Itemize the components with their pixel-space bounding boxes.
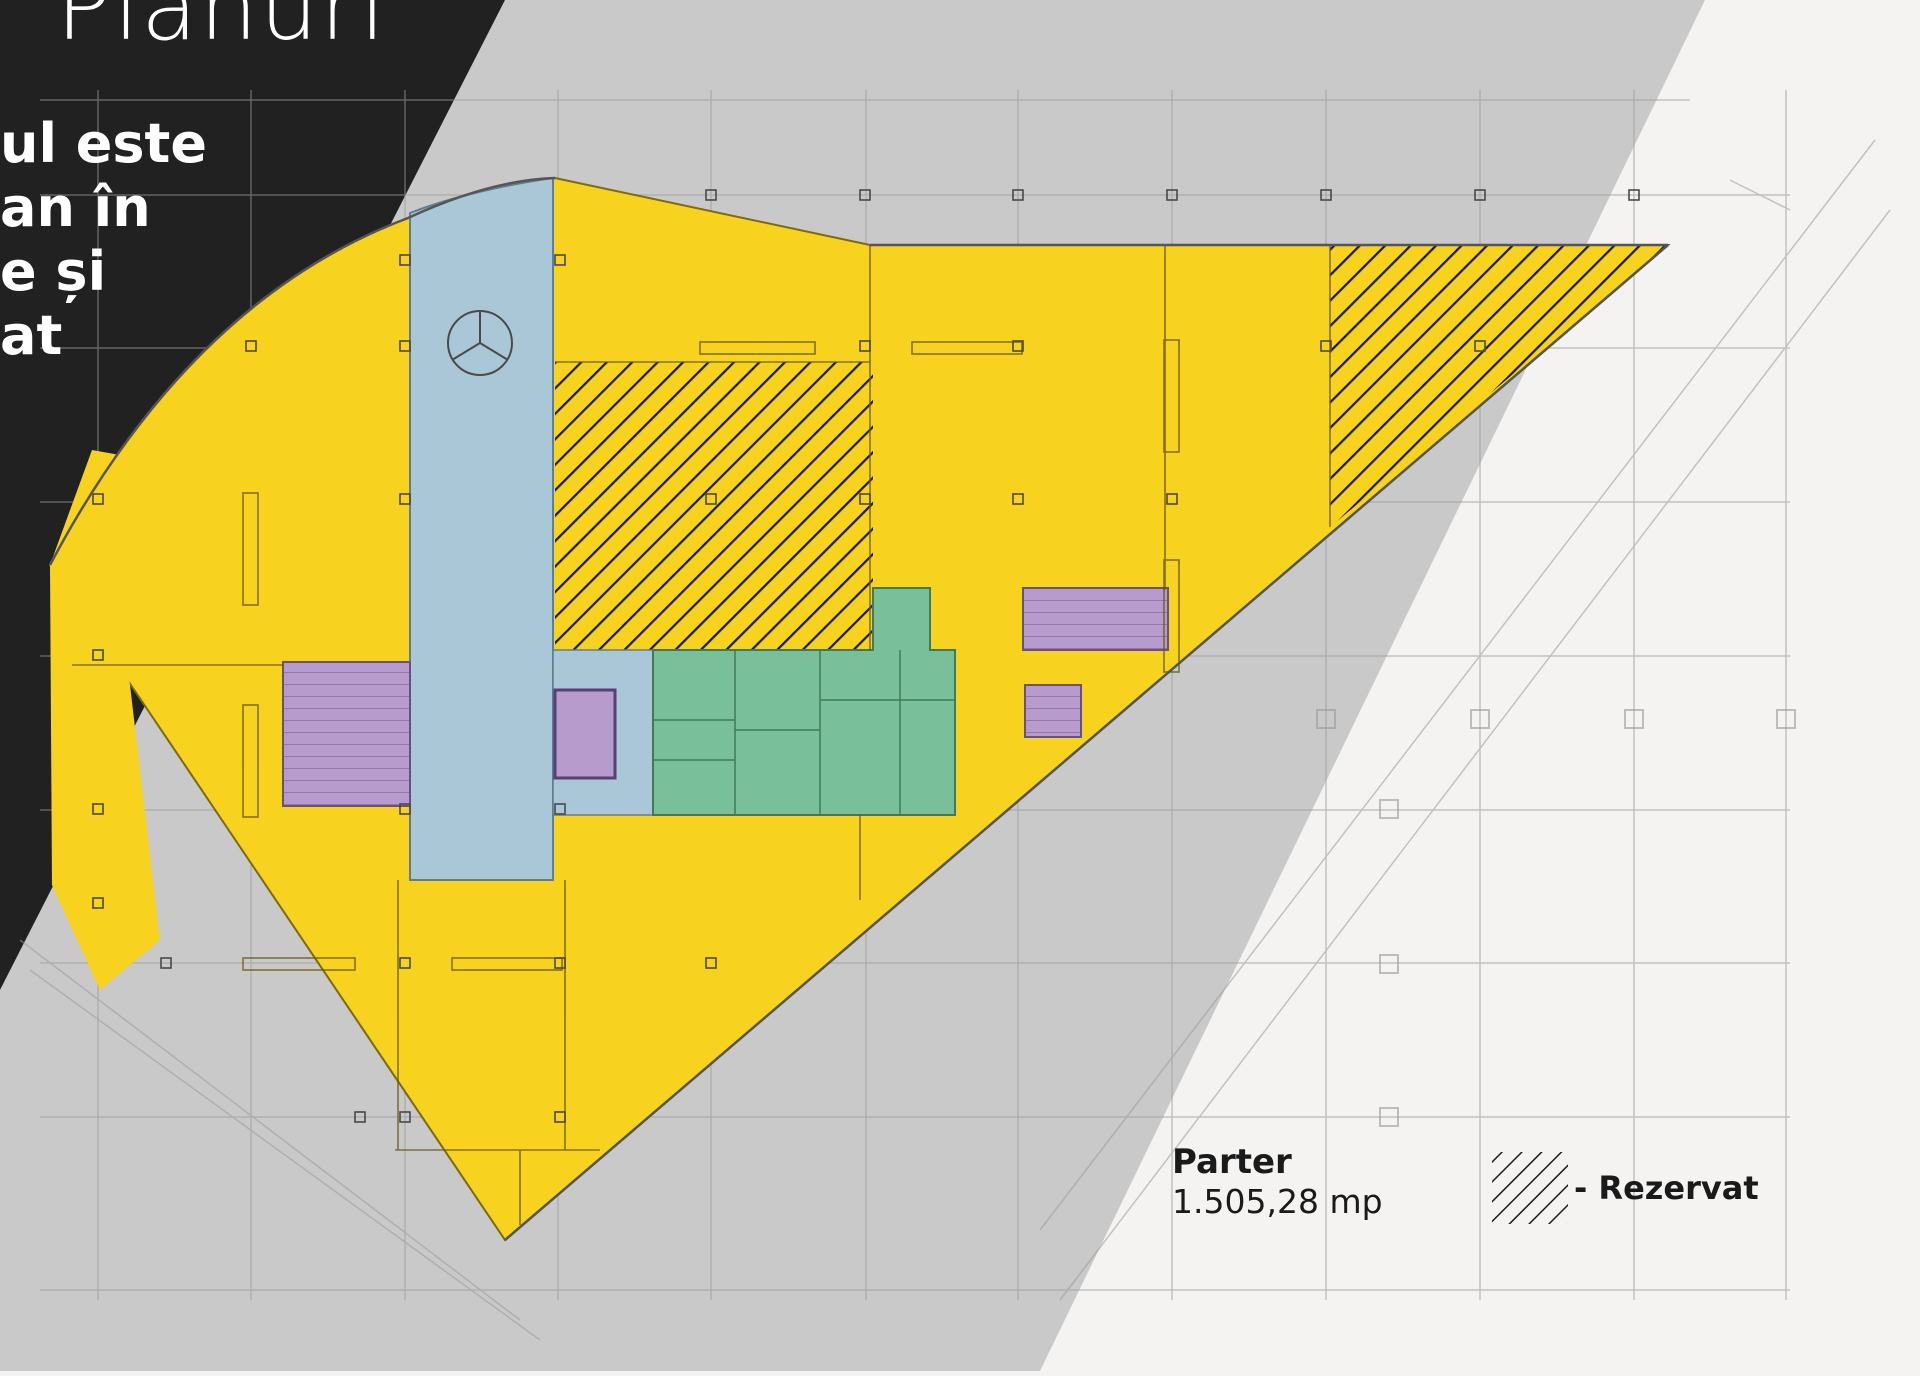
intro-line: an în	[0, 176, 151, 239]
staircase-west	[282, 661, 411, 807]
page-title: Planuri	[56, 0, 388, 61]
circulation-core	[409, 176, 554, 881]
floor-label: Parter	[1172, 1142, 1292, 1182]
reserved-zone-center	[555, 362, 873, 650]
reserved-legend-label: - Rezervat	[1574, 1169, 1759, 1207]
floor-legend: Parter 1.505,28 mp	[1172, 1142, 1383, 1222]
reserved-legend: - Rezervat	[1492, 1152, 1759, 1224]
reserved-legend-spacer	[1492, 1152, 1568, 1224]
intro-line: e și	[0, 240, 107, 303]
intro-text: ul este an în e și at	[0, 112, 220, 368]
staircase-east	[1022, 587, 1169, 651]
intro-line: at	[0, 304, 63, 367]
intro-line: ul este	[0, 112, 207, 175]
elevator-east	[1024, 684, 1082, 738]
elevators	[553, 688, 617, 780]
floor-area: 1.505,28 mp	[1172, 1182, 1383, 1221]
column-markers	[1316, 709, 1796, 1127]
